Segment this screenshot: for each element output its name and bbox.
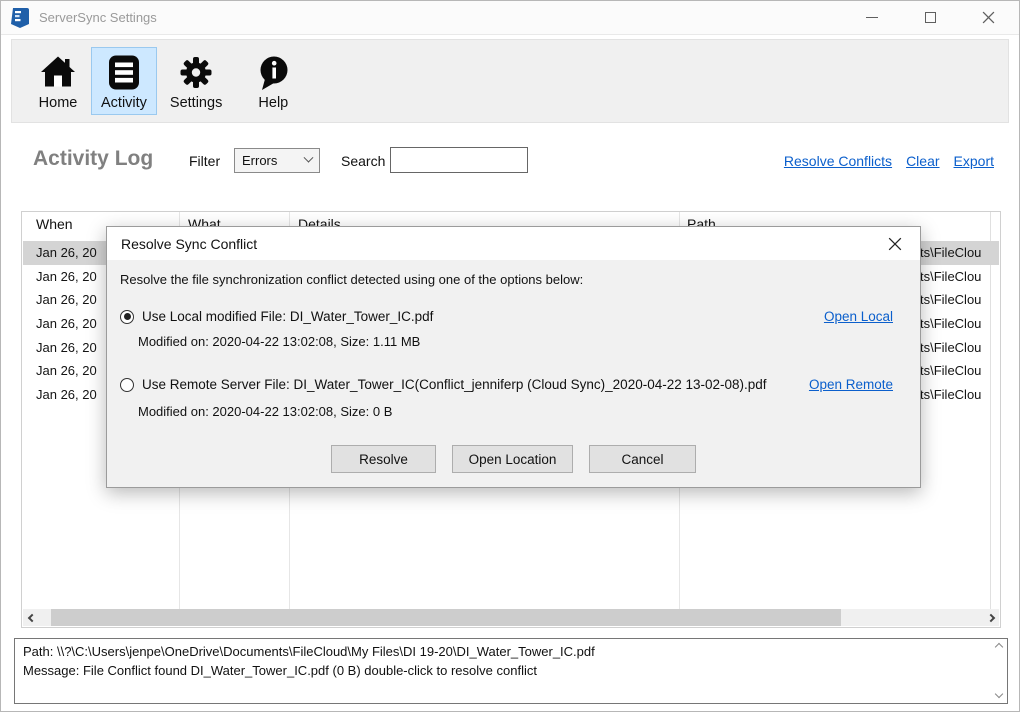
option-remote: Use Remote Server File: DI_Water_Tower_I… [120,377,902,392]
search-label: Search [341,153,385,169]
cell-path: ts\FileClou [920,316,981,331]
scroll-left-button[interactable] [23,609,40,626]
option-remote-detail: Modified on: 2020-04-22 13:02:08, Size: … [138,404,392,419]
help-icon [253,52,293,94]
clear-link[interactable]: Clear [906,153,939,169]
dialog-titlebar: Resolve Sync Conflict [107,227,920,260]
window-title: ServerSync Settings [39,10,157,25]
filter-label: Filter [189,153,220,169]
chevron-left-icon [27,613,35,621]
cell-path: ts\FileClou [920,387,981,402]
resolve-sync-conflict-dialog: Resolve Sync Conflict Resolve the file s… [106,226,921,488]
cancel-button[interactable]: Cancel [589,445,696,473]
chevron-down-icon [995,690,1003,698]
cell-path: ts\FileClou [920,269,981,284]
option-remote-label[interactable]: Use Remote Server File: DI_Water_Tower_I… [142,377,767,392]
home-icon [38,52,78,94]
open-remote-link[interactable]: Open Remote [809,377,902,392]
header-links: Resolve Conflicts Clear Export [784,153,994,169]
status-detail-box[interactable]: Path: \\?\C:\Users\jenpe\OneDrive\Docume… [14,638,1008,704]
maximize-button[interactable] [915,3,945,33]
cell-when: Jan 26, 20 [36,269,97,284]
status-scroll-up-button[interactable] [996,644,1002,650]
option-local-detail: Modified on: 2020-04-22 13:02:08, Size: … [138,334,420,349]
scroll-right-button[interactable] [982,609,999,626]
page-title: Activity Log [33,147,153,171]
dialog-instruction: Resolve the file synchronization conflic… [120,272,583,287]
close-button[interactable] [973,3,1003,33]
filter-dropdown-value: Errors [242,153,277,168]
open-location-button[interactable]: Open Location [452,445,573,473]
minimize-icon [866,17,878,18]
toolbar: Home Activity [11,39,1009,123]
dialog-buttons: Resolve Open Location Cancel [107,445,920,473]
horizontal-scrollbar[interactable] [23,609,999,626]
toolbar-label-help: Help [258,95,288,111]
search-input[interactable] [390,147,528,173]
minimize-button[interactable] [857,3,887,33]
toolbar-label-home: Home [39,95,78,111]
toolbar-item-home[interactable]: Home [28,47,88,115]
app-logo-icon [11,7,31,29]
cell-when: Jan 26, 20 [36,316,97,331]
dialog-title: Resolve Sync Conflict [121,236,257,252]
chevron-right-icon [986,613,994,621]
resolve-conflicts-link[interactable]: Resolve Conflicts [784,153,892,169]
export-link[interactable]: Export [954,153,994,169]
titlebar: ServerSync Settings [1,1,1019,35]
gear-icon [176,52,216,94]
status-scroll-down-button[interactable] [996,691,1002,697]
status-path-line: Path: \\?\C:\Users\jenpe\OneDrive\Docume… [23,642,985,661]
dialog-close-button[interactable] [884,233,906,255]
radio-local[interactable] [120,310,134,324]
cell-when: Jan 26, 20 [36,245,97,260]
option-local-label[interactable]: Use Local modified File: DI_Water_Tower_… [142,309,433,324]
scrollbar-thumb[interactable] [51,609,841,626]
toolbar-item-activity[interactable]: Activity [91,47,157,115]
close-icon [888,237,902,251]
cell-path: ts\FileClou [920,292,981,307]
activity-icon [104,52,144,94]
toolbar-label-settings: Settings [170,95,222,111]
toolbar-item-settings[interactable]: Settings [160,47,232,115]
option-local: Use Local modified File: DI_Water_Tower_… [120,309,902,324]
toolbar-label-activity: Activity [101,95,147,111]
column-header-when[interactable]: When [36,216,73,232]
open-local-link[interactable]: Open Local [824,309,902,324]
status-message-line: Message: File Conflict found DI_Water_To… [23,661,985,680]
cell-when: Jan 26, 20 [36,363,97,378]
cell-when: Jan 26, 20 [36,340,97,355]
toolbar-item-help[interactable]: Help [243,47,303,115]
cell-when: Jan 26, 20 [36,387,97,402]
filter-dropdown[interactable]: Errors [234,148,320,173]
radio-remote[interactable] [120,378,134,392]
app-window: ServerSync Settings Home [0,0,1020,712]
maximize-icon [925,12,936,23]
cell-path: ts\FileClou [920,363,981,378]
chevron-up-icon [995,643,1003,651]
resolve-button[interactable]: Resolve [331,445,436,473]
cell-path: ts\FileClou [920,245,981,260]
chevron-down-icon [304,153,314,163]
cell-path: ts\FileClou [920,340,981,355]
close-icon [982,11,995,24]
window-controls [857,3,1019,33]
cell-when: Jan 26, 20 [36,292,97,307]
